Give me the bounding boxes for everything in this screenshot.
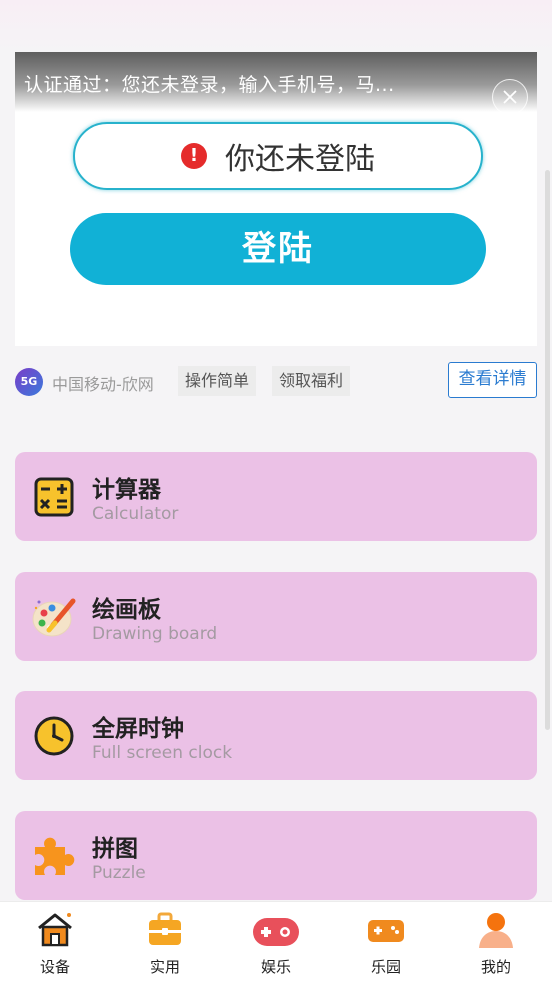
house-icon	[35, 910, 75, 948]
tool-subtitle: Drawing board	[92, 624, 218, 644]
ad-phone-input[interactable]: ! 你还未登陆	[73, 122, 483, 190]
nav-label: 娱乐	[260, 958, 291, 976]
nav-tab-entertainment[interactable]: 娱乐	[221, 902, 331, 983]
warning-icon: !	[181, 143, 207, 169]
nav-label: 我的	[480, 958, 511, 976]
tool-title: 绘画板	[92, 597, 161, 623]
ad-input-text: 你还未登陆	[225, 142, 375, 177]
nav-tab-devices[interactable]: 设备	[0, 902, 110, 983]
brand-logo-icon: 5G	[15, 368, 43, 396]
tool-card-puzzle[interactable]: 拼图 Puzzle	[15, 811, 537, 900]
tool-card-full-screen-clock[interactable]: 全屏时钟 Full screen clock	[15, 691, 537, 780]
palette-icon	[31, 594, 77, 640]
clock-icon	[31, 713, 77, 759]
tool-subtitle: Full screen clock	[92, 743, 233, 763]
scrollbar[interactable]	[545, 170, 550, 730]
nav-tab-playground[interactable]: 乐园	[331, 902, 441, 983]
ad-login-button[interactable]: 登陆	[70, 213, 486, 285]
ad-header: 认证通过：您还未登录，输入手机号，马...	[15, 52, 537, 112]
calculator-icon	[31, 474, 77, 520]
game-console-icon	[366, 910, 406, 948]
tool-subtitle: Puzzle	[92, 863, 146, 883]
status-bar-area	[0, 0, 552, 52]
tool-card-drawing-board[interactable]: 绘画板 Drawing board	[15, 572, 537, 661]
tool-title: 全屏时钟	[92, 716, 184, 742]
nav-label: 实用	[149, 958, 180, 976]
user-icon	[476, 910, 516, 948]
ad-tag: 操作简单	[178, 366, 257, 396]
close-icon[interactable]	[492, 79, 528, 115]
tool-title: 拼图	[92, 836, 138, 862]
puzzle-icon	[31, 833, 77, 879]
nav-label: 设备	[39, 958, 70, 976]
brand-name: 中国移动-欣网	[52, 375, 154, 394]
nav-label: 乐园	[370, 958, 401, 976]
tool-title: 计算器	[92, 477, 161, 503]
tool-card-calculator[interactable]: 计算器 Calculator	[15, 452, 537, 541]
nav-tab-mine[interactable]: 我的	[441, 902, 551, 983]
gamepad-icon	[251, 910, 301, 948]
ad-banner[interactable]: 认证通过：您还未登录，输入手机号，马... ! 你还未登陆 登陆	[15, 52, 537, 346]
bottom-nav: 设备 实用 娱乐 乐园 我的	[0, 901, 552, 983]
toolbox-icon	[145, 910, 185, 948]
nav-tab-utility[interactable]: 实用	[110, 902, 220, 983]
ad-header-text: 认证通过：您还未登录，输入手机号，马...	[24, 74, 395, 96]
ad-meta-row: 5G 中国移动-欣网 操作简单 领取福利 查看详情	[15, 362, 537, 398]
view-details-button[interactable]: 查看详情	[448, 362, 537, 398]
tool-subtitle: Calculator	[92, 504, 179, 524]
ad-tag: 领取福利	[272, 366, 351, 396]
